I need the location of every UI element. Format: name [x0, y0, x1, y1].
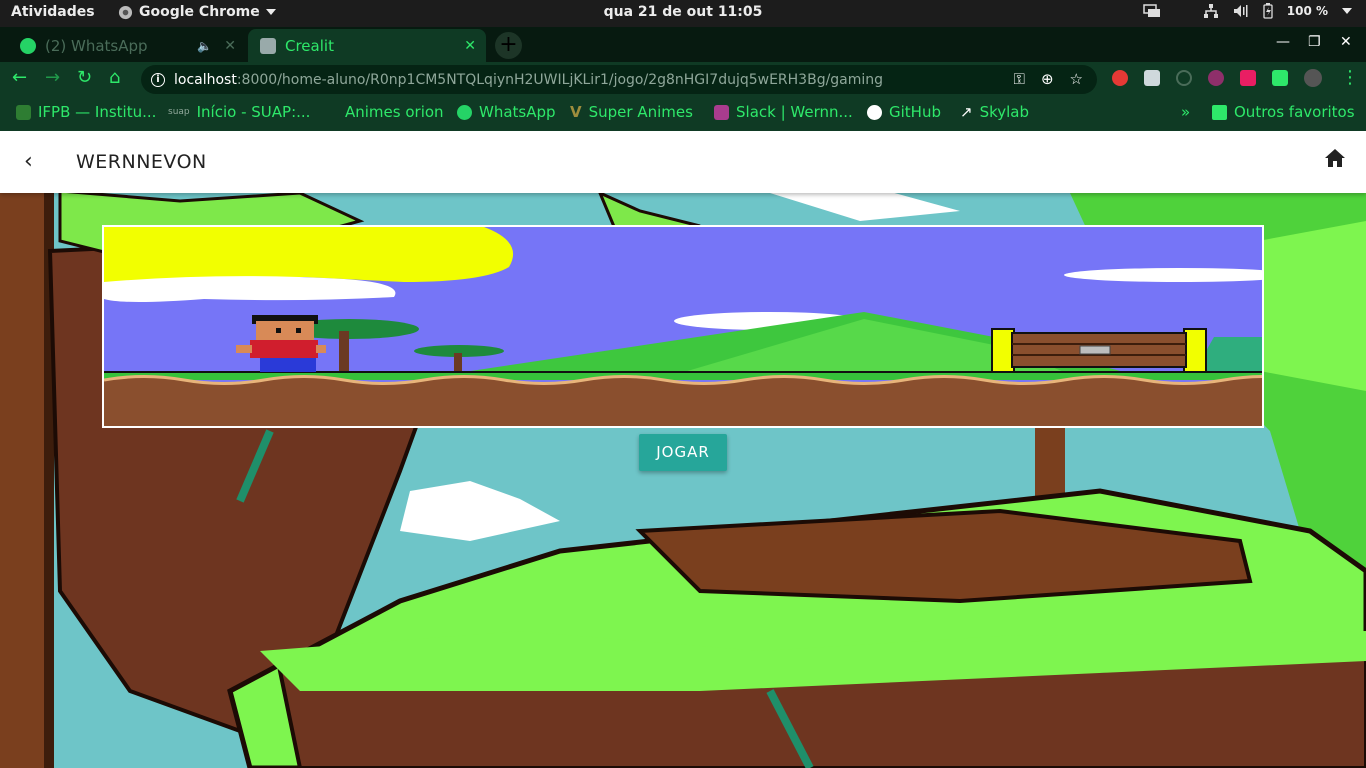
battery-level: 100 % [1286, 4, 1328, 18]
bookmark-label: Outros favoritos [1234, 103, 1355, 121]
browser-toolbar: ← → ↻ ⌂ i localhost:8000/home-aluno/R0np… [0, 62, 1366, 96]
suap-icon: suap [168, 107, 190, 117]
profile-avatar[interactable] [1304, 69, 1322, 87]
whatsapp-icon [457, 104, 472, 120]
site-info-icon[interactable]: i [151, 72, 165, 87]
system-tray[interactable]: 100 % [1143, 3, 1352, 19]
network-icon [1203, 4, 1218, 18]
chevron-down-icon [1342, 8, 1352, 14]
bookmark-label: Animes orion [345, 103, 444, 121]
chrome-icon [118, 5, 133, 19]
bookmark-folder[interactable]: Outros favoritos [1212, 103, 1355, 121]
extension-m-icon[interactable] [1240, 70, 1256, 86]
extension-wolf-icon[interactable] [1144, 70, 1160, 86]
extension-e-icon[interactable] [1176, 70, 1192, 86]
bookmark-label: WhatsApp [479, 103, 556, 121]
bookmark-item[interactable]: Animes orion [345, 103, 444, 121]
bookmark-item[interactable]: ↗ Skylab [960, 103, 1029, 121]
restore-icon[interactable]: ❐ [1308, 34, 1321, 50]
bookmark-label: Slack | Wernn... [736, 103, 853, 121]
zoom-icon[interactable]: ⊕ [1041, 70, 1054, 88]
back-icon[interactable]: ← [12, 68, 27, 88]
app-menu[interactable]: Google Chrome [118, 4, 276, 20]
treasure-chest [991, 328, 1207, 373]
bookmark-item[interactable]: V Super Animes [570, 103, 693, 121]
back-arrow-icon[interactable]: ‹ [24, 149, 33, 174]
extension-circle-icon[interactable] [1208, 70, 1224, 86]
page-icon [260, 37, 276, 54]
activities-button[interactable]: Atividades [11, 4, 95, 20]
bookmark-star-icon[interactable]: ☆ [1070, 70, 1083, 88]
github-icon [867, 104, 882, 120]
tab-title: (2) WhatsApp [45, 36, 148, 55]
tab-strip: (2) WhatsApp 🔈 ✕ Crealit ✕ + — ❐ ✕ [0, 27, 1366, 62]
skylab-icon: ↗ [960, 103, 973, 121]
bookmark-item[interactable]: WhatsApp [457, 103, 556, 121]
close-tab-icon[interactable]: ✕ [464, 38, 476, 54]
new-tab-button[interactable]: + [495, 32, 522, 59]
bookmarks-bar: IFPB — Institu... suap Início - SUAP:...… [0, 96, 1366, 131]
page-title: WERNNEVON [76, 151, 207, 173]
play-button[interactable]: JOGAR [639, 434, 727, 471]
system-top-bar: Atividades Google Chrome qua 21 de out 1… [0, 0, 1366, 27]
close-tab-icon[interactable]: ✕ [224, 38, 236, 54]
tab-whatsapp[interactable]: (2) WhatsApp 🔈 ✕ [8, 29, 246, 62]
bookmark-label: IFPB — Institu... [38, 103, 157, 121]
whatsapp-icon [20, 37, 36, 54]
bookmark-item[interactable]: Slack | Wernn... [714, 103, 853, 121]
slack-icon [714, 104, 729, 120]
tab-crealit[interactable]: Crealit ✕ [248, 29, 486, 62]
more-bookmarks-icon[interactable]: » [1181, 103, 1190, 121]
bookmark-label: GitHub [889, 103, 941, 121]
forward-icon[interactable]: → [45, 68, 60, 88]
ifpb-icon [16, 104, 31, 120]
extension-stop-icon[interactable] [1112, 70, 1128, 86]
bookmark-item[interactable]: IFPB — Institu... [16, 103, 156, 121]
extensions-puzzle-icon[interactable] [1272, 70, 1288, 86]
url-path: :8000/home-aluno/R0np1CM5NTQLqiynH2UWILj… [236, 71, 884, 88]
window-close-icon[interactable]: ✕ [1340, 34, 1352, 50]
game-canvas[interactable] [102, 225, 1264, 428]
minimize-icon[interactable]: — [1276, 34, 1290, 50]
web-page: ‹ WERNNEVON JOGAR [0, 131, 1366, 768]
chevron-down-icon [265, 9, 276, 15]
bookmark-item[interactable]: suap Início - SUAP:... [168, 103, 310, 121]
bookmark-item[interactable]: GitHub [867, 103, 941, 121]
app-menu-label: Google Chrome [139, 4, 260, 20]
url-host: localhost [174, 71, 237, 88]
menu-kebab-icon[interactable]: ⋮ [1341, 68, 1359, 88]
battery-icon [1263, 3, 1273, 19]
game-scene [104, 227, 1262, 426]
super-animes-icon: V [570, 103, 582, 121]
bookmark-label: Início - SUAP:... [196, 103, 311, 121]
key-icon[interactable]: ⚿ [1014, 70, 1025, 88]
app-header: ‹ WERNNEVON [0, 131, 1366, 193]
folder-icon [1212, 104, 1227, 120]
home-icon[interactable] [1324, 148, 1346, 168]
tab-title: Crealit [285, 36, 334, 55]
speaker-icon[interactable]: 🔈 [197, 39, 212, 53]
bookmark-label: Super Animes [588, 103, 693, 121]
screen-share-icon [1143, 4, 1160, 17]
clock[interactable]: qua 21 de out 11:05 [604, 4, 763, 20]
volume-icon [1233, 5, 1248, 17]
address-bar[interactable]: i localhost:8000/home-aluno/R0np1CM5NTQL… [141, 65, 1097, 94]
reload-icon[interactable]: ↻ [77, 68, 92, 88]
bookmark-label: Skylab [979, 103, 1030, 121]
home-icon[interactable]: ⌂ [109, 68, 120, 88]
